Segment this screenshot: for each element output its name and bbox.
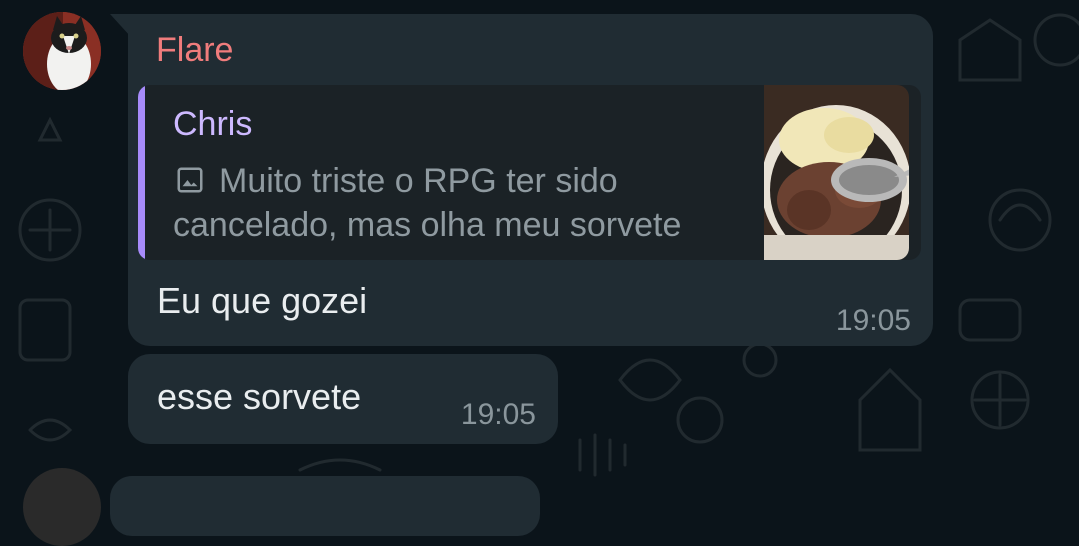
bubble-tail xyxy=(110,14,130,36)
quote-text: Muito triste o RPG ter sido cancelado, m… xyxy=(173,162,682,244)
message-text: esse sorvete xyxy=(157,376,362,417)
cat-photo-icon xyxy=(23,12,101,90)
message-bubble[interactable]: esse sorvete 19:05 xyxy=(128,354,558,444)
quote-accent-bar xyxy=(138,85,145,260)
sender-name[interactable]: Flare xyxy=(156,31,233,70)
quote-text-container: Muito triste o RPG ter sido cancelado, m… xyxy=(173,159,763,247)
sender-avatar[interactable] xyxy=(23,12,101,90)
next-sender-avatar[interactable] xyxy=(23,468,101,546)
message-text: Eu que gozei xyxy=(157,280,368,321)
quoted-reply[interactable]: Chris Muito triste o RPG ter sido cancel… xyxy=(138,85,921,260)
image-icon xyxy=(177,167,203,193)
message-bubble[interactable]: Flare Chris Muito triste o RPG ter sido … xyxy=(128,14,933,346)
quote-thumbnail xyxy=(764,85,909,260)
next-message-bubble[interactable] xyxy=(110,476,540,536)
message-timestamp: 19:05 xyxy=(835,304,911,337)
message-timestamp: 19:05 xyxy=(460,398,536,431)
quote-author: Chris xyxy=(173,105,253,143)
ice-cream-photo-icon xyxy=(764,85,909,260)
